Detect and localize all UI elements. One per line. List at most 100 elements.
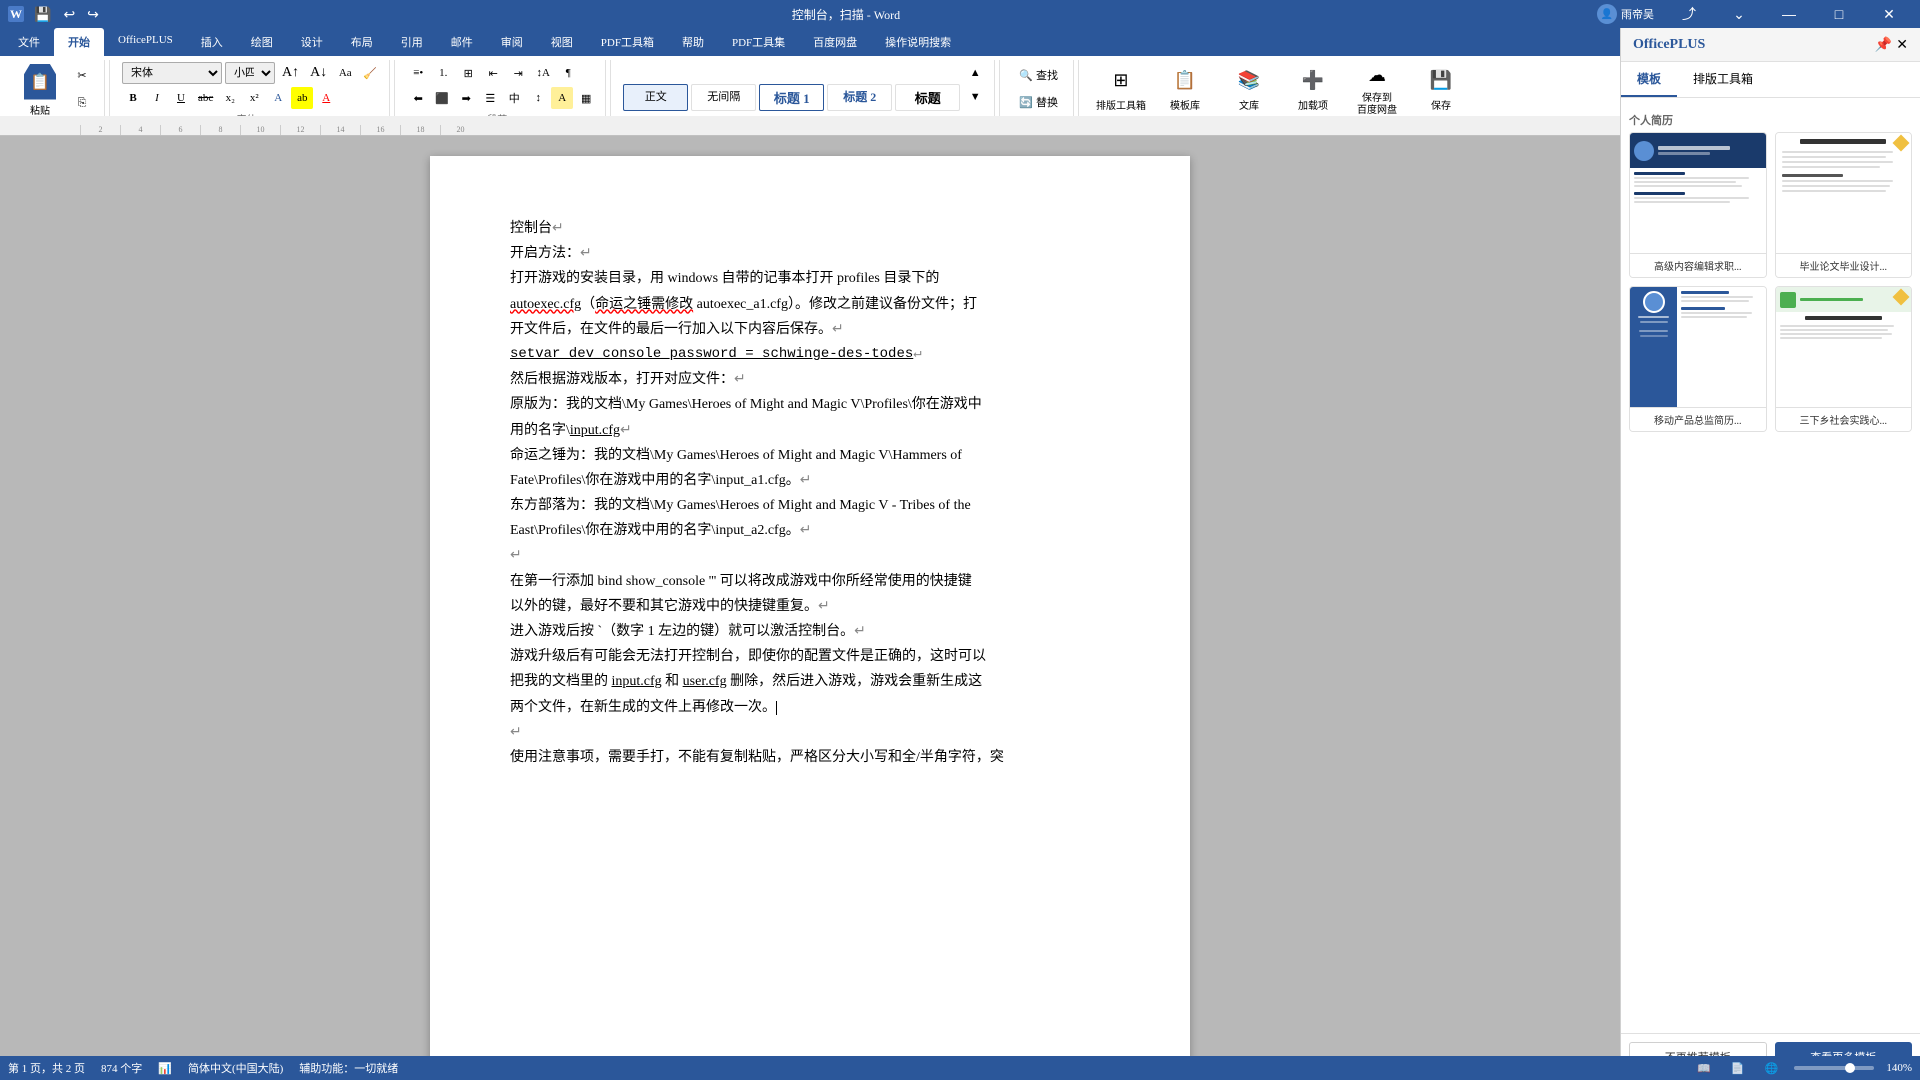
close-btn[interactable]: ✕ bbox=[1866, 0, 1912, 28]
print-view-btn[interactable]: 📄 bbox=[1727, 1060, 1749, 1077]
word-count-icon: 📊 bbox=[158, 1062, 172, 1075]
chinese-layout-btn[interactable]: 中 bbox=[503, 87, 525, 109]
subscript-btn[interactable]: x₂ bbox=[219, 87, 241, 109]
replace-btn[interactable]: 🔄 替换 bbox=[1012, 89, 1065, 115]
template-lib-btn[interactable]: 📋 模板库 bbox=[1155, 60, 1215, 118]
layout-label: 排版工具箱 bbox=[1096, 97, 1146, 112]
template-card-3[interactable]: 移动产品总监简历... bbox=[1629, 286, 1767, 432]
read-view-btn[interactable]: 📖 bbox=[1693, 1060, 1715, 1077]
underline-btn[interactable]: U bbox=[170, 87, 192, 109]
styles-scroll-up[interactable]: ▲ bbox=[964, 62, 986, 84]
copy-btn[interactable]: ⎘ bbox=[68, 90, 96, 116]
template-card-2[interactable]: 毕业论文毕业设计... bbox=[1775, 132, 1913, 278]
align-center-btn[interactable]: ⬛ bbox=[431, 87, 453, 109]
op-close-btn[interactable]: ✕ bbox=[1896, 36, 1908, 53]
decrease-indent-btn[interactable]: ⇤ bbox=[482, 62, 504, 84]
ruler-mark: 6 bbox=[160, 125, 200, 135]
ruler-mark: 20 bbox=[440, 125, 480, 135]
font-size-select[interactable]: 小四 bbox=[225, 62, 275, 84]
doc-line: 用的名字\input.cfg↵ bbox=[510, 418, 1110, 443]
border-btn[interactable]: ▦ bbox=[575, 87, 597, 109]
document-area[interactable]: 控制台↵ 开启方法：↵ 打开游戏的安装目录，用 windows 自带的记事本打开… bbox=[0, 136, 1620, 1056]
strikethrough-btn[interactable]: abc bbox=[194, 87, 217, 109]
shading-btn[interactable]: A bbox=[551, 87, 573, 109]
tab-pdf2[interactable]: PDF工具集 bbox=[718, 28, 799, 56]
page-info: 第 1 页，共 2 页 bbox=[8, 1060, 85, 1076]
font-row1: 宋体 小四 A↑ A↓ Aa 🧹 bbox=[122, 62, 381, 84]
tab-view[interactable]: 视图 bbox=[537, 28, 587, 56]
tab-layout[interactable]: 布局 bbox=[337, 28, 387, 56]
minimize-btn[interactable]: — bbox=[1766, 0, 1812, 28]
redo-btn[interactable]: ↪ bbox=[83, 4, 103, 25]
tab-review[interactable]: 审阅 bbox=[487, 28, 537, 56]
op-pin-btn[interactable]: 📌 bbox=[1875, 36, 1892, 53]
clear-format-btn[interactable]: 🧹 bbox=[359, 62, 381, 84]
tab-search[interactable]: 操作说明搜索 bbox=[871, 28, 965, 56]
zoom-slider[interactable] bbox=[1794, 1066, 1874, 1070]
line-spacing-btn[interactable]: ↕ bbox=[527, 87, 549, 109]
highlight-btn[interactable]: ab bbox=[291, 87, 313, 109]
superscript-btn[interactable]: x² bbox=[243, 87, 265, 109]
share-btn[interactable]: ⤴ bbox=[1666, 0, 1712, 28]
align-right-btn[interactable]: ➡ bbox=[455, 87, 477, 109]
paste-btn[interactable]: 📋 粘贴 bbox=[16, 62, 64, 118]
undo-btn[interactable]: ↩ bbox=[59, 4, 79, 25]
style-h1[interactable]: 标题 1 bbox=[759, 84, 824, 111]
styles-scroll-down[interactable]: ▼ bbox=[964, 86, 986, 108]
change-case-btn[interactable]: Aa bbox=[334, 62, 356, 84]
ribbon-collapse-btn[interactable]: ⌄ bbox=[1716, 0, 1762, 28]
find-label: 查找 bbox=[1036, 67, 1058, 83]
save-btn[interactable]: 💾 保存 bbox=[1411, 60, 1471, 118]
cut-btn[interactable]: ✂ bbox=[68, 62, 96, 88]
bold-btn[interactable]: B bbox=[122, 87, 144, 109]
user-area[interactable]: 👤 雨帝吴 bbox=[1589, 4, 1662, 24]
web-view-btn[interactable]: 🌐 bbox=[1761, 1060, 1783, 1077]
tab-ref[interactable]: 引用 bbox=[387, 28, 437, 56]
document-page[interactable]: 控制台↵ 开启方法：↵ 打开游戏的安装目录，用 windows 自带的记事本打开… bbox=[430, 156, 1190, 1056]
tab-mail[interactable]: 邮件 bbox=[437, 28, 487, 56]
language-info[interactable]: 简体中文(中国大陆) bbox=[188, 1060, 283, 1076]
layout-tools-btn[interactable]: ⊞ 排版工具箱 bbox=[1091, 60, 1151, 118]
align-left-btn[interactable]: ⬅ bbox=[407, 87, 429, 109]
tab-home[interactable]: 开始 bbox=[54, 28, 104, 56]
accessibility-info[interactable]: 辅助功能：一切就绪 bbox=[299, 1060, 398, 1076]
increase-indent-btn[interactable]: ⇥ bbox=[507, 62, 529, 84]
grow-font-btn[interactable]: A↑ bbox=[278, 62, 303, 84]
doc-lib-btn[interactable]: 📚 文库 bbox=[1219, 60, 1279, 118]
tab-insert[interactable]: 插入 bbox=[187, 28, 237, 56]
doc-line: 两个文件，在新生成的文件上再修改一次。 bbox=[510, 695, 1110, 720]
template-card-1[interactable]: 高级内容编辑求职... bbox=[1629, 132, 1767, 278]
show-marks-btn[interactable]: ¶ bbox=[557, 62, 579, 84]
template-card-4[interactable]: 三下乡社会实践心... bbox=[1775, 286, 1913, 432]
tab-help[interactable]: 帮助 bbox=[668, 28, 718, 56]
maximize-btn[interactable]: □ bbox=[1816, 0, 1862, 28]
style-title[interactable]: 标题 bbox=[895, 84, 960, 111]
multilevel-list-btn[interactable]: ⊞ bbox=[457, 62, 479, 84]
tab-design[interactable]: 设计 bbox=[287, 28, 337, 56]
italic-btn[interactable]: I bbox=[146, 87, 168, 109]
op-tab-template[interactable]: 模板 bbox=[1621, 62, 1677, 97]
op-tab-layout[interactable]: 排版工具箱 bbox=[1677, 62, 1769, 97]
number-list-btn[interactable]: 1. bbox=[432, 62, 454, 84]
tab-baidu[interactable]: 百度网盘 bbox=[799, 28, 871, 56]
add-items-btn[interactable]: ➕ 加载项 bbox=[1283, 60, 1343, 118]
font-name-select[interactable]: 宋体 bbox=[122, 62, 222, 84]
justify-btn[interactable]: ☰ bbox=[479, 87, 501, 109]
tab-file[interactable]: 文件 bbox=[4, 28, 54, 56]
style-normal[interactable]: 正文 bbox=[623, 84, 688, 111]
tab-pdf1[interactable]: PDF工具箱 bbox=[587, 28, 668, 56]
shrink-font-btn[interactable]: A↓ bbox=[306, 62, 331, 84]
text-effect-btn[interactable]: A bbox=[267, 87, 289, 109]
save-quick-btn[interactable]: 💾 bbox=[30, 4, 55, 25]
zoom-level[interactable]: 140% bbox=[1886, 1062, 1912, 1074]
save-baidu-btn[interactable]: ☁ 保存到百度网盘 bbox=[1347, 60, 1407, 118]
tab-draw[interactable]: 绘图 bbox=[237, 28, 287, 56]
bullet-list-btn[interactable]: ≡• bbox=[407, 62, 429, 84]
sort-btn[interactable]: ↕A bbox=[532, 62, 554, 84]
user-name: 雨帝吴 bbox=[1621, 6, 1654, 22]
find-btn[interactable]: 🔍 查找 bbox=[1012, 62, 1065, 88]
style-nospace[interactable]: 无间隔 bbox=[691, 84, 756, 111]
font-color-btn[interactable]: A bbox=[315, 87, 337, 109]
style-h2[interactable]: 标题 2 bbox=[827, 84, 892, 111]
tab-officeplus[interactable]: OfficePLUS bbox=[104, 28, 187, 56]
